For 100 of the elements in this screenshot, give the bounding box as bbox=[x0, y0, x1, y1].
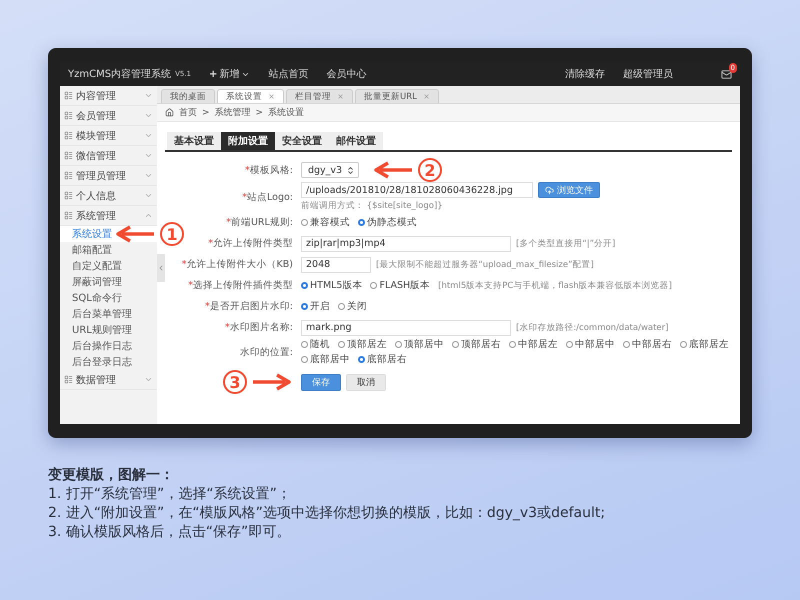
field-label: *前端URL规则: bbox=[226, 216, 293, 229]
chevron-icon bbox=[144, 111, 153, 120]
list-icon bbox=[64, 191, 73, 200]
field-label: *允许上传附件类型 bbox=[208, 237, 293, 250]
field-label: *是否开启图片水印: bbox=[205, 300, 293, 313]
radio-option[interactable]: 伪静态模式 bbox=[358, 216, 417, 229]
sidebar-subitem[interactable]: 自定义配置 bbox=[60, 258, 157, 274]
arrow bbox=[372, 161, 414, 179]
radio-option[interactable]: 顶部居中 bbox=[395, 338, 444, 351]
field-label: *模板风格: bbox=[245, 164, 293, 176]
sidebar-item[interactable]: 微信管理 bbox=[60, 146, 157, 166]
input-field[interactable]: 2048 bbox=[301, 256, 371, 272]
sidebar-item[interactable]: 个人信息 bbox=[60, 186, 157, 206]
step-marker: 3 bbox=[223, 370, 247, 394]
field-label: 水印的位置: bbox=[240, 346, 293, 358]
sidebar-subitem[interactable]: 屏蔽词管理 bbox=[60, 274, 157, 290]
list-icon bbox=[64, 171, 73, 180]
settings-tab[interactable]: 基本设置 bbox=[167, 132, 221, 150]
radio-option[interactable]: 底部居中 bbox=[301, 353, 350, 366]
settings-tab[interactable]: 附加设置 bbox=[221, 132, 275, 150]
breadcrumb-link[interactable]: 首页 bbox=[179, 106, 197, 119]
radio-option[interactable]: 中部居左 bbox=[509, 338, 558, 351]
page-tab[interactable]: 我的桌面 bbox=[161, 89, 215, 103]
close-icon[interactable] bbox=[422, 93, 430, 100]
caption-line: 2. 进入“附加设置”，在“模版风格”选项中选择你想切换的模版，比如：dgy_v3或default; bbox=[48, 504, 606, 523]
page-tab[interactable]: 栏目管理 bbox=[286, 89, 353, 103]
sidebar-item[interactable]: 管理员管理 bbox=[60, 166, 157, 186]
radio-option[interactable]: 顶部居左 bbox=[338, 338, 387, 351]
caption-line: 1. 打开“系统管理”，选择“系统设置”； bbox=[48, 485, 292, 504]
breadcrumb-link[interactable]: 系统管理 bbox=[214, 106, 251, 119]
step-marker: 1 bbox=[160, 222, 184, 246]
close-icon[interactable] bbox=[337, 93, 344, 100]
sidebar-item[interactable]: 数据管理 bbox=[60, 370, 157, 390]
nav-link[interactable]: 清除缓存 bbox=[565, 67, 605, 81]
chevron-icon bbox=[144, 91, 153, 100]
chevron-icon bbox=[144, 131, 153, 140]
chevron-icon bbox=[144, 211, 153, 220]
close-icon[interactable] bbox=[268, 93, 275, 100]
home-icon bbox=[165, 108, 174, 117]
list-icon bbox=[64, 111, 73, 120]
radio-option[interactable]: 中部居右 bbox=[623, 338, 672, 351]
sidebar-item[interactable]: 模块管理 bbox=[60, 126, 157, 146]
sidebar-subitem[interactable]: SQL命令行 bbox=[60, 290, 157, 306]
nav-link[interactable]: 会员中心 bbox=[326, 67, 366, 81]
list-icon bbox=[64, 151, 73, 160]
add-menu[interactable]: + 新增 bbox=[208, 67, 250, 81]
input-field[interactable]: zip|rar|mp3|mp4 bbox=[301, 236, 511, 252]
radio-option[interactable]: 开启 bbox=[301, 300, 330, 313]
hint-text: [html5版本支持PC与手机端，flash版本兼容低版本浏览器] bbox=[438, 280, 672, 292]
list-icon bbox=[64, 91, 73, 100]
settings-tab[interactable]: 邮件设置 bbox=[329, 132, 383, 150]
radio-option[interactable]: 底部居左 bbox=[680, 338, 729, 351]
sidebar-subitem[interactable]: 后台菜单管理 bbox=[60, 306, 157, 322]
chevron-icon bbox=[157, 264, 165, 272]
sidebar-subitem[interactable]: URL规则管理 bbox=[60, 322, 157, 338]
sidebar-subitem[interactable]: 后台操作日志 bbox=[60, 338, 157, 354]
cloud-icon bbox=[545, 186, 554, 194]
breadcrumb-link[interactable]: 系统设置 bbox=[268, 106, 304, 119]
breadcrumb-separator: > bbox=[202, 108, 210, 118]
radio-option[interactable]: 关闭 bbox=[338, 300, 367, 313]
collapse-handle[interactable] bbox=[157, 254, 165, 282]
input-field[interactable]: /uploads/201810/28/181028060436228.jpg bbox=[301, 182, 533, 198]
input-field[interactable]: mark.png bbox=[301, 320, 511, 336]
field-label: *允许上传附件大小（KB) bbox=[182, 258, 293, 271]
chevron-icon bbox=[144, 375, 153, 384]
caption-line: 3. 确认模版风格后，点击“保存”即可。 bbox=[48, 523, 292, 542]
field-label: *水印图片名称: bbox=[225, 321, 293, 334]
field-label: *站点Logo: bbox=[242, 190, 293, 204]
breadcrumb-separator: > bbox=[256, 108, 264, 118]
sidebar-subitem[interactable]: 后台登录日志 bbox=[60, 354, 157, 370]
updown-icon bbox=[346, 166, 355, 174]
cancel-button[interactable]: 取消 bbox=[346, 374, 386, 390]
radio-option[interactable]: 底部居右 bbox=[358, 353, 407, 366]
mail-icon[interactable] bbox=[721, 68, 732, 80]
settings-tab[interactable]: 安全设置 bbox=[275, 132, 329, 150]
page-tab[interactable]: 系统设置 bbox=[217, 89, 284, 103]
chevron-icon bbox=[144, 171, 153, 180]
hint-text: [多个类型直接用“|”分开] bbox=[516, 238, 616, 250]
radio-option[interactable]: 兼容模式 bbox=[301, 216, 350, 229]
field-label: *选择上传附件插件类型 bbox=[188, 279, 293, 292]
chevron-icon bbox=[144, 191, 153, 200]
radio-option[interactable]: FLASH版本 bbox=[370, 279, 430, 292]
hint-text: [水印存放路径:/common/data/water] bbox=[516, 322, 668, 334]
arrow bbox=[251, 373, 293, 391]
list-icon bbox=[64, 131, 73, 140]
nav-link[interactable]: 站点首页 bbox=[268, 67, 308, 81]
page-tab[interactable]: 批量更新URL bbox=[355, 89, 439, 103]
list-icon bbox=[64, 375, 73, 384]
radio-option[interactable]: 顶部居右 bbox=[452, 338, 501, 351]
nav-link[interactable]: 超级管理员 bbox=[623, 67, 673, 81]
hint-text: [最大限制不能超过服务器“upload_max_filesize”配置] bbox=[376, 258, 594, 270]
radio-option[interactable]: HTML5版本 bbox=[301, 279, 362, 292]
radio-option[interactable]: 随机 bbox=[301, 338, 330, 351]
list-icon bbox=[64, 211, 73, 220]
brand-title: YzmCMS内容管理系统 bbox=[68, 68, 172, 81]
arrow bbox=[114, 225, 156, 243]
template-select[interactable]: dgy_v3 bbox=[301, 162, 359, 178]
chevron-icon bbox=[144, 151, 153, 160]
step-marker: 2 bbox=[418, 158, 442, 182]
radio-option[interactable]: 中部居中 bbox=[566, 338, 615, 351]
